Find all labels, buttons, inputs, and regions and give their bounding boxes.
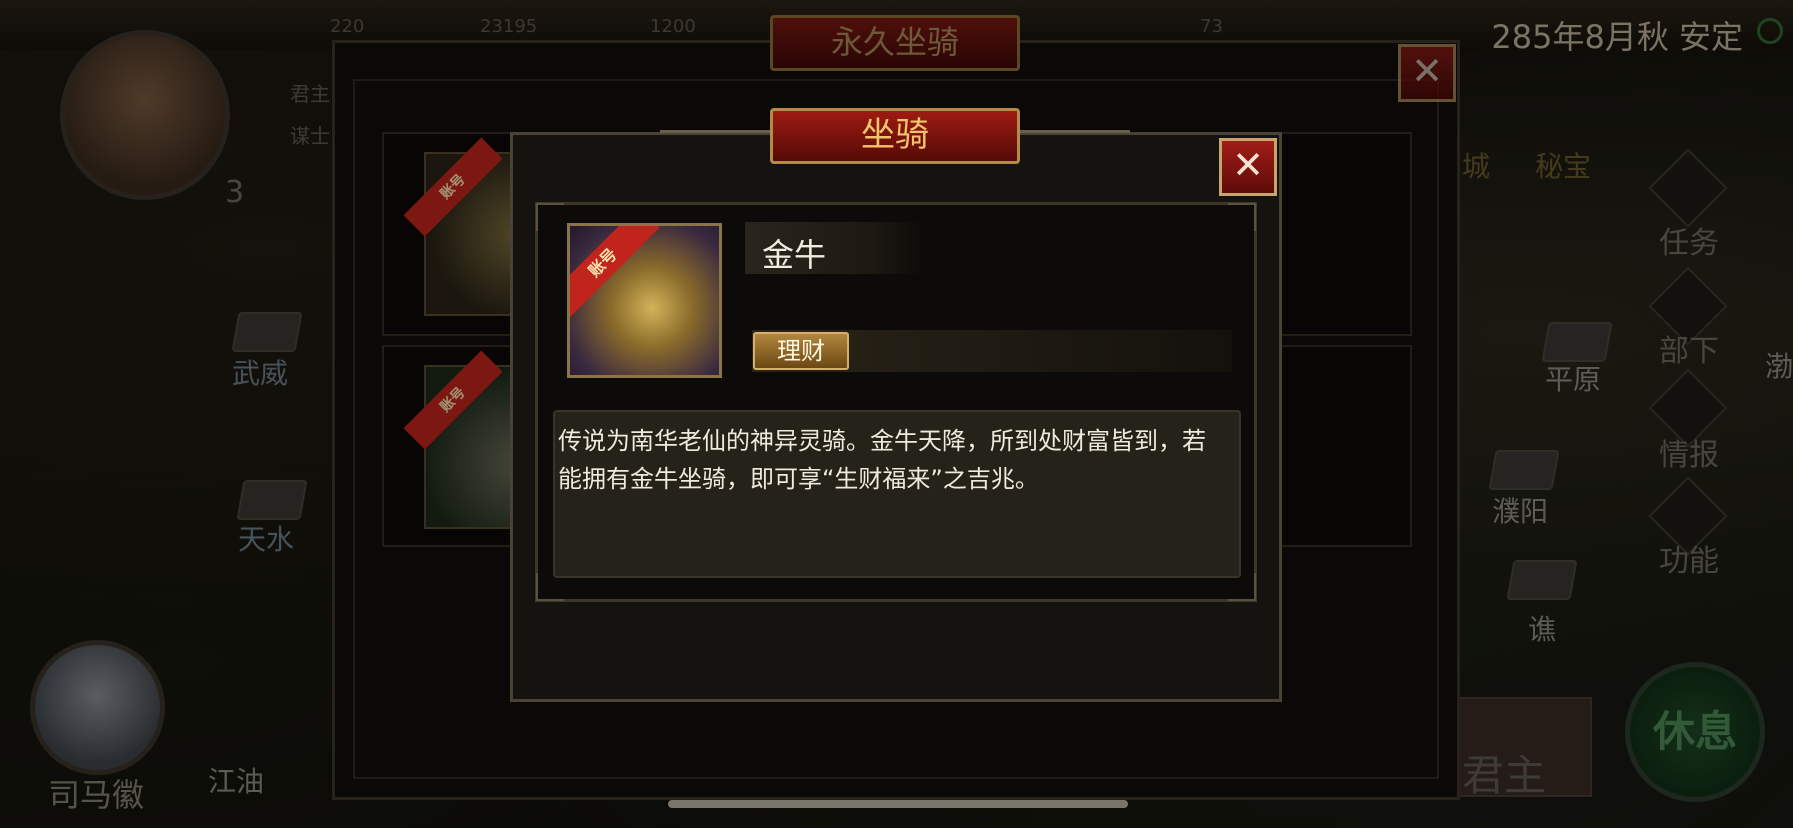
mount-attribute-tag: 理财 <box>753 332 849 370</box>
mount-name: 金牛 <box>762 236 827 274</box>
account-ribbon: 账号 <box>570 226 660 320</box>
corner-ornament <box>536 203 564 231</box>
corner-ornament <box>1228 203 1256 231</box>
title-ornament <box>660 130 770 163</box>
golden-ox-mount-icon: 账号 <box>567 223 722 378</box>
mount-dialog-title: 坐骑 <box>770 108 1020 164</box>
close-icon[interactable]: ✕ <box>1219 138 1277 196</box>
title-ornament <box>1020 130 1130 163</box>
home-indicator[interactable] <box>668 800 1128 808</box>
mount-description: 传说为南华老仙的神异灵骑。金牛天降，所到处财富皆到，若能拥有金牛坐骑，即可享“生… <box>558 427 1206 493</box>
